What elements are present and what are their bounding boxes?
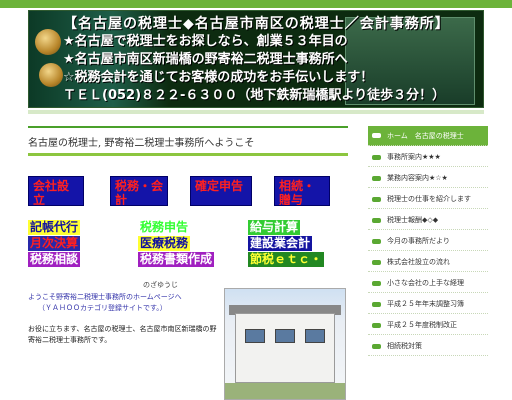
main-content: 名古屋の税理士, 野寄裕二税理士事務所へようこそ 会社設立 税務・会計 確定申告… bbox=[28, 126, 348, 400]
sidebar-item-label: 今月の事務所だより bbox=[387, 237, 450, 245]
phone-line: ＴＥＬ(052)８２２-６３００（地下鉄新瑞橋駅より徒歩３分！） bbox=[63, 88, 446, 103]
bullet-icon bbox=[372, 343, 381, 349]
bullet-icon bbox=[372, 238, 381, 244]
welcome-heading: 名古屋の税理士, 野寄裕二税理士事務所へようこそ bbox=[28, 138, 255, 149]
sidebar-item-newsletter[interactable]: 今月の事務所だより bbox=[368, 232, 488, 251]
sidebar-item-label: 業務内容案内★☆★ bbox=[387, 174, 448, 182]
bullet-icon bbox=[372, 280, 381, 286]
header-line: 【名古屋の税理士◆名古屋市南区の税理士／会計事務所】 bbox=[63, 16, 450, 32]
sidebar-item-incorporation[interactable]: 株式会社設立の流れ bbox=[368, 253, 488, 272]
sidebar-item-label: 株式会社設立の流れ bbox=[387, 258, 450, 266]
sidebar-item-label: ホーム 名古屋の税理士 bbox=[387, 131, 464, 140]
intro-welcome: ようこそ野寄裕二税理士事務所のホームページへ bbox=[28, 293, 182, 301]
tax-filing-link[interactable]: 税務申告 bbox=[138, 220, 190, 235]
tax-accounting-button[interactable]: 税務・会計 bbox=[110, 176, 168, 206]
header-text: 【名古屋の税理士◆名古屋市南区の税理士／会計事務所】 ★名古屋で税理士をお探しな… bbox=[63, 15, 483, 105]
bullet-icon bbox=[372, 175, 381, 181]
sidebar-item-label: 小さな会社の上手な経理 bbox=[387, 279, 464, 287]
office-window bbox=[275, 329, 295, 343]
intro-section: のざゆうじ ようこそ野寄裕二税理士事務所のホームページへ （ＹＡＨＯＯカテゴリ登… bbox=[28, 280, 348, 400]
welcome-underline bbox=[28, 153, 348, 156]
sidebar-item-year-end[interactable]: 平成２５年年末調整习簿 bbox=[368, 295, 488, 314]
sidebar-item-services[interactable]: 業務内容案内★☆★ bbox=[368, 169, 488, 188]
bullet-icon bbox=[372, 133, 381, 138]
tax-saving-link[interactable]: 節税ｅｔｃ・ bbox=[248, 252, 325, 267]
sidebar-item-label: 事務所案内★★★ bbox=[387, 153, 441, 161]
office-photo bbox=[224, 288, 346, 400]
sidebar-item-label: 税理士報酬◆◇◆ bbox=[387, 216, 439, 224]
sidebar-item-work[interactable]: 税理士の仕事を紹介します bbox=[368, 190, 488, 209]
header-divider bbox=[28, 110, 484, 114]
sidebar-item-fees[interactable]: 税理士報酬◆◇◆ bbox=[368, 211, 488, 230]
service-buttons: 会社設立 税務・会計 確定申告 相続・贈与 bbox=[28, 176, 348, 212]
bullet-icon bbox=[372, 217, 381, 223]
sidebar-nav: ホーム 名古屋の税理士 事務所案内★★★ 業務内容案内★☆★ 税理士の仕事を紹介… bbox=[368, 126, 488, 358]
tax-documents-link[interactable]: 税務書類作成 bbox=[138, 252, 215, 267]
header-line: ★名古屋市南区新瑞橋の野寄裕二税理士事務所へ bbox=[63, 52, 348, 67]
medical-tax-link[interactable]: 医療税務 bbox=[138, 236, 191, 251]
sidebar-item-inheritance[interactable]: 相続税対策 bbox=[368, 337, 488, 356]
monthly-closing-link[interactable]: 月次決算 bbox=[28, 236, 81, 251]
welcome-rule bbox=[28, 126, 348, 128]
intro-paragraph: お役に立ちます、名古屋の税理士、名古屋市南区新瑞橋の野寄裕二税理士事務所です。 bbox=[28, 325, 217, 344]
office-window bbox=[245, 329, 265, 343]
bullet-icon bbox=[372, 196, 381, 202]
name-reading: のざゆうじ bbox=[143, 281, 178, 289]
sidebar-item-tax-reform[interactable]: 平成２５年度税制改正 bbox=[368, 316, 488, 335]
tax-consultation-link[interactable]: 税務相談 bbox=[28, 252, 81, 267]
sidebar-item-office[interactable]: 事務所案内★★★ bbox=[368, 148, 488, 167]
sidebar-item-label: 税理士の仕事を紹介します bbox=[387, 195, 471, 203]
header-line: ★名古屋で税理士をお探しなら、創業５３年目の bbox=[63, 34, 348, 49]
sidebar-item-home[interactable]: ホーム 名古屋の税理士 bbox=[368, 126, 488, 146]
intro-text: のざゆうじ ようこそ野寄裕二税理士事務所のホームページへ （ＹＡＨＯＯカテゴリ登… bbox=[28, 280, 218, 346]
bookkeeping-link[interactable]: 記帳代行 bbox=[28, 220, 81, 235]
payroll-link[interactable]: 給与計算 bbox=[248, 220, 301, 235]
coin-image bbox=[39, 63, 63, 87]
office-building bbox=[235, 313, 335, 383]
top-accent-bar bbox=[0, 0, 512, 8]
service-tags: 記帳代行 税務申告 給与計算 月次決算 医療税務 建設業会計 税務相談 税務書類… bbox=[28, 220, 348, 270]
bullet-icon bbox=[372, 322, 381, 328]
inheritance-gift-button[interactable]: 相続・贈与 bbox=[274, 176, 330, 206]
intro-yahoo-note: （ＹＡＨＯＯカテゴリ登録サイトです。） bbox=[38, 304, 167, 312]
header-banner: 【名古屋の税理士◆名古屋市南区の税理士／会計事務所】 ★名古屋で税理士をお探しな… bbox=[28, 10, 484, 108]
construction-accounting-link[interactable]: 建設業会計 bbox=[248, 236, 313, 251]
company-setup-button[interactable]: 会社設立 bbox=[28, 176, 84, 206]
sidebar-item-label: 平成２５年度税制改正 bbox=[387, 321, 457, 329]
header-line: ☆税務会計を通じてお客様の成功をお手伝いします！ bbox=[63, 70, 374, 85]
office-ground bbox=[225, 383, 345, 399]
sidebar-item-small-business[interactable]: 小さな会社の上手な経理 bbox=[368, 274, 488, 293]
office-window bbox=[305, 329, 325, 343]
bullet-icon bbox=[372, 259, 381, 265]
sidebar-item-label: 相続税対策 bbox=[387, 342, 422, 350]
bullet-icon bbox=[372, 154, 381, 160]
coin-image bbox=[35, 29, 61, 55]
tax-return-button[interactable]: 確定申告 bbox=[190, 176, 252, 206]
sidebar-item-label: 平成２５年年末調整习簿 bbox=[387, 300, 464, 308]
bullet-icon bbox=[372, 301, 381, 307]
